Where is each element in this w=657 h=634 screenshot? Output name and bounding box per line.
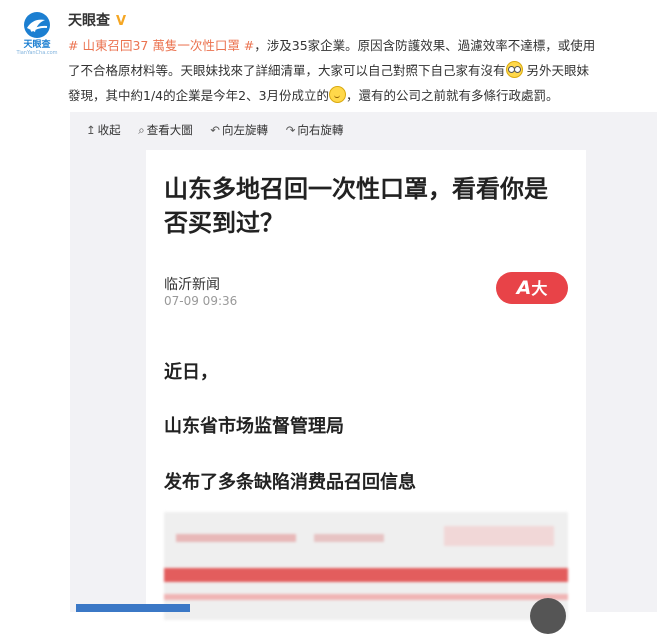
font-size-icon: A	[516, 277, 532, 299]
font-size-label: 大	[531, 279, 548, 298]
post-text: # 山東召回37 萬隻一次性口罩 #，涉及35家企業。原因含防護效果、過濾效率不…	[68, 33, 657, 108]
article-line: 发布了多条缺陷消费品召回信息	[164, 472, 416, 493]
glasses-emoji-icon	[505, 61, 523, 78]
post-line-2-after: 另外天眼妹	[522, 63, 589, 78]
avatar[interactable]: 天眼查 TianYanCha.com	[14, 10, 60, 56]
article-time: 07-09 09:36	[164, 294, 238, 308]
article-source: 临沂新闻	[164, 277, 220, 293]
article-screenshot[interactable]: 山东多地召回一次性口罩，看看你是否买到过？ 临沂新闻 07-09 09:36 A…	[146, 150, 586, 620]
blurred-band	[164, 594, 568, 600]
view-large-button[interactable]: ⌕ 查看大圖	[138, 122, 192, 138]
article-line: 山东省市场监督管理局	[164, 416, 344, 437]
author-name[interactable]: 天眼查 V	[68, 10, 126, 30]
tianyancha-logo-icon	[24, 12, 50, 38]
media-viewer: ↥ 收起 ⌕ 查看大圖 ↶ 向左旋轉 ↷ 向右旋轉 山东多地召回一次性口罩，看看你是否买…	[70, 112, 657, 620]
blurred-text	[314, 534, 384, 542]
collapse-label: 收起	[97, 123, 121, 137]
blurred-image	[164, 512, 568, 620]
smile-emoji-icon	[329, 86, 347, 103]
article-line: 近日，	[164, 362, 218, 383]
post-line-3-text: 發現，其中約1/4的企業是今年2、3月份成立的	[68, 88, 330, 103]
blurred-text	[444, 526, 554, 546]
rotate-right-button[interactable]: ↷ 向右旋轉	[286, 122, 344, 138]
magnifier-icon: ⌕	[138, 123, 145, 137]
collapse-button[interactable]: ↥ 收起	[86, 122, 121, 138]
bottom-bar	[76, 604, 190, 612]
rotate-right-icon: ↷	[285, 123, 296, 137]
logo-subtext: TianYanCha.com	[16, 50, 58, 56]
rotate-left-button[interactable]: ↶ 向左旋轉	[210, 122, 268, 138]
post-line-1-rest: ，涉及35家企業。原因含防護效果、過濾效率不達標，或使用	[254, 38, 596, 53]
post-line-3-after: ，還有的公司之前就有多條行政處罰。	[346, 88, 559, 103]
view-large-label: 查看大圖	[146, 123, 193, 137]
post-line-2-text: 了不合格原材料等。天眼妹找來了詳細清單，大家可以自己對照下自己家有沒有	[68, 63, 506, 78]
post-line-3: 發現，其中約1/4的企業是今年2、3月份成立的 ，還有的公司之前就有多條行政處罰。	[68, 83, 657, 108]
post-line-2: 了不合格原材料等。天眼妹找來了詳細清單，大家可以自己對照下自己家有沒有 另外天眼…	[68, 58, 657, 83]
font-size-button[interactable]: A大	[496, 272, 568, 304]
blurred-text	[176, 534, 296, 542]
collapse-icon: ↥	[86, 123, 96, 137]
article-title: 山东多地召回一次性口罩，看看你是否买到过？	[164, 175, 548, 237]
author-label: 天眼查	[68, 13, 110, 29]
post-line-1: # 山東召回37 萬隻一次性口罩 #，涉及35家企業。原因含防護效果、過濾效率不…	[68, 33, 657, 58]
blurred-band	[164, 568, 568, 582]
rotate-right-label: 向右旋轉	[297, 123, 344, 137]
rotate-left-label: 向左旋轉	[222, 123, 269, 137]
media-toolbar: ↥ 收起 ⌕ 查看大圖 ↶ 向左旋轉 ↷ 向右旋轉	[86, 122, 357, 138]
logo-text: 天眼查	[23, 40, 51, 50]
topic-tag[interactable]: # 山東召回37 萬隻一次性口罩 #	[68, 38, 254, 53]
rotate-left-icon: ↶	[210, 123, 221, 137]
verified-icon: V	[116, 14, 127, 29]
bottom-circle-icon[interactable]	[530, 598, 566, 634]
